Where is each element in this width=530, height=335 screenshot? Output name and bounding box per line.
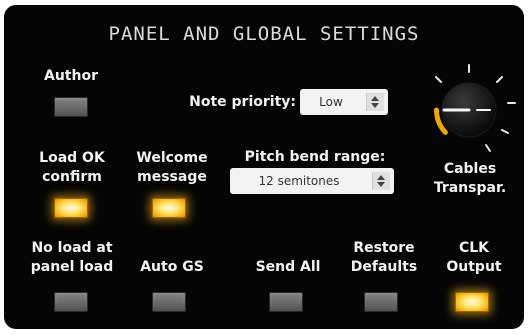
author-button[interactable] [54,97,88,117]
welcome-message-label-1: Welcome [136,150,208,166]
restore-defaults-label-2: Defaults [350,259,418,275]
send-all-button[interactable] [269,292,303,312]
panel-title: PANEL AND GLOBAL SETTINGS [108,23,420,45]
no-load-label-2: panel load [30,259,114,275]
author-label: Author [44,68,98,84]
restore-defaults-button[interactable] [364,292,398,312]
clk-output-button[interactable] [455,292,489,312]
pitch-bend-label: Pitch bend range: [244,149,386,165]
load-ok-confirm-button[interactable] [54,198,88,218]
pitch-bend-select[interactable]: 12 semitones [230,168,394,194]
welcome-message-button[interactable] [152,198,186,218]
load-ok-label-1: Load OK [39,150,105,166]
send-all-label: Send All [255,259,321,275]
cables-transparency-label-1: Cables [443,161,497,177]
up-down-arrows-icon [366,93,384,111]
load-ok-label-2: confirm [42,169,102,185]
settings-panel: PANEL AND GLOBAL SETTINGS Author Note pr… [4,5,524,329]
clk-output-label-2: Output [446,259,502,275]
pitch-bend-value: 12 semitones [258,174,340,188]
restore-defaults-label-1: Restore [353,240,415,256]
clk-output-label-1: CLK [458,240,490,256]
welcome-message-label-2: message [137,169,207,185]
note-priority-select[interactable]: Low [300,89,388,115]
cables-transparency-knob[interactable] [414,55,524,165]
auto-gs-label: Auto GS [140,259,204,275]
no-load-label-1: No load at [31,240,113,256]
auto-gs-button[interactable] [152,292,186,312]
note-priority-value: Low [319,95,343,109]
no-load-button[interactable] [54,292,88,312]
up-down-arrows-icon [372,172,390,190]
note-priority-label: Note priority: [189,94,296,110]
cables-transparency-label-2: Transpar. [433,180,507,196]
